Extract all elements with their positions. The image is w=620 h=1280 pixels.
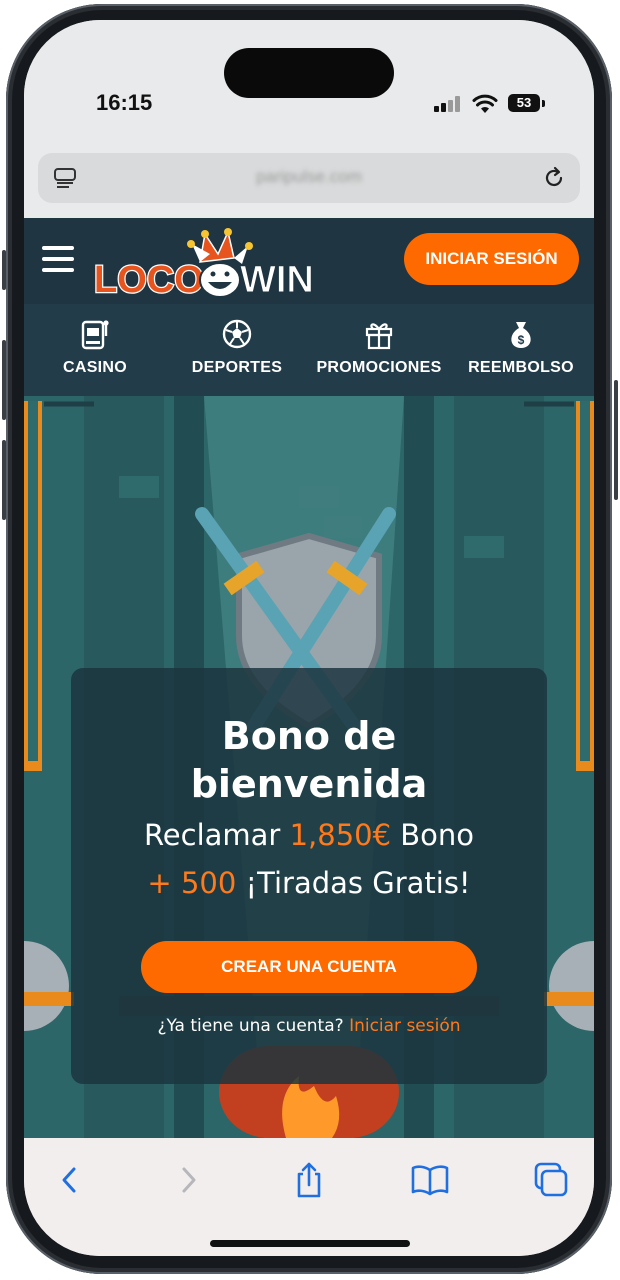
bonus-title: Bono de bienvenida [190,714,428,806]
address-bar[interactable]: paripulse.com [38,153,580,203]
login-link[interactable]: Iniciar sesión [349,1016,460,1036]
create-account-button[interactable]: CREAR UNA CUENTA [141,941,477,993]
category-nav: CASINO DEPORTES PROMOCIONES $ REEMBOLSO [24,304,594,396]
menu-icon[interactable] [42,246,74,272]
free-spins-line: + 500 ¡Tiradas Gratis! [147,866,471,900]
status-bar: 16:15 53 [24,20,594,150]
gift-icon [365,323,393,350]
url-text[interactable]: paripulse.com [38,167,580,187]
existing-account-prompt: ¿Ya tiene una cuenta? Iniciar sesión [157,1016,461,1036]
power-button [614,380,618,500]
hero-banner: Bono de bienvenida Reclamar 1,850€ Bono … [24,396,594,1138]
volume-up-button [2,340,6,420]
money-bag-icon: $ [511,322,531,348]
bookmarks-icon[interactable] [408,1160,452,1200]
site-header: LOCO WIN INICIAR SESIÓN [24,218,594,304]
battery-tip [542,100,545,107]
nav-label: PROMOCIONES [316,359,442,376]
safari-toolbar [24,1138,594,1256]
logo-text-loco: LOCO [94,259,204,300]
login-button[interactable]: INICIAR SESIÓN [404,233,579,285]
signal-icon [434,96,460,112]
tabs-icon[interactable] [528,1160,572,1200]
action-button [2,250,6,290]
nav-label: DEPORTES [191,359,283,376]
forward-icon[interactable] [166,1160,210,1200]
share-icon[interactable] [287,1160,331,1200]
welcome-bonus-card: Bono de bienvenida Reclamar 1,850€ Bono … [71,668,547,1084]
home-indicator [210,1240,410,1247]
svg-text:$: $ [518,333,525,347]
nav-label: REEMBOLSO [468,359,574,376]
volume-down-button [2,440,6,520]
nav-item-promociones[interactable]: PROMOCIONES [308,304,450,396]
locowin-logo[interactable]: LOCO WIN [92,224,314,300]
status-time: 16:15 [96,90,153,115]
battery-indicator: 53 [508,94,540,112]
soccer-ball-icon [222,319,252,349]
nav-item-reembolso[interactable]: $ REEMBOLSO [450,304,592,396]
reload-icon[interactable] [542,166,566,190]
nav-label: CASINO [62,359,128,376]
back-icon[interactable] [48,1160,92,1200]
screen: 16:15 53 paripulse.com LOCO WIN INICIAR … [24,20,594,1256]
nav-item-casino[interactable]: CASINO [24,304,166,396]
slot-machine-icon [81,320,109,350]
bonus-claim-line: Reclamar 1,850€ Bono [143,818,475,852]
logo-text-win: WIN [240,259,314,300]
nav-item-deportes[interactable]: DEPORTES [166,304,308,396]
dynamic-island [224,48,394,98]
wifi-icon [472,94,498,113]
